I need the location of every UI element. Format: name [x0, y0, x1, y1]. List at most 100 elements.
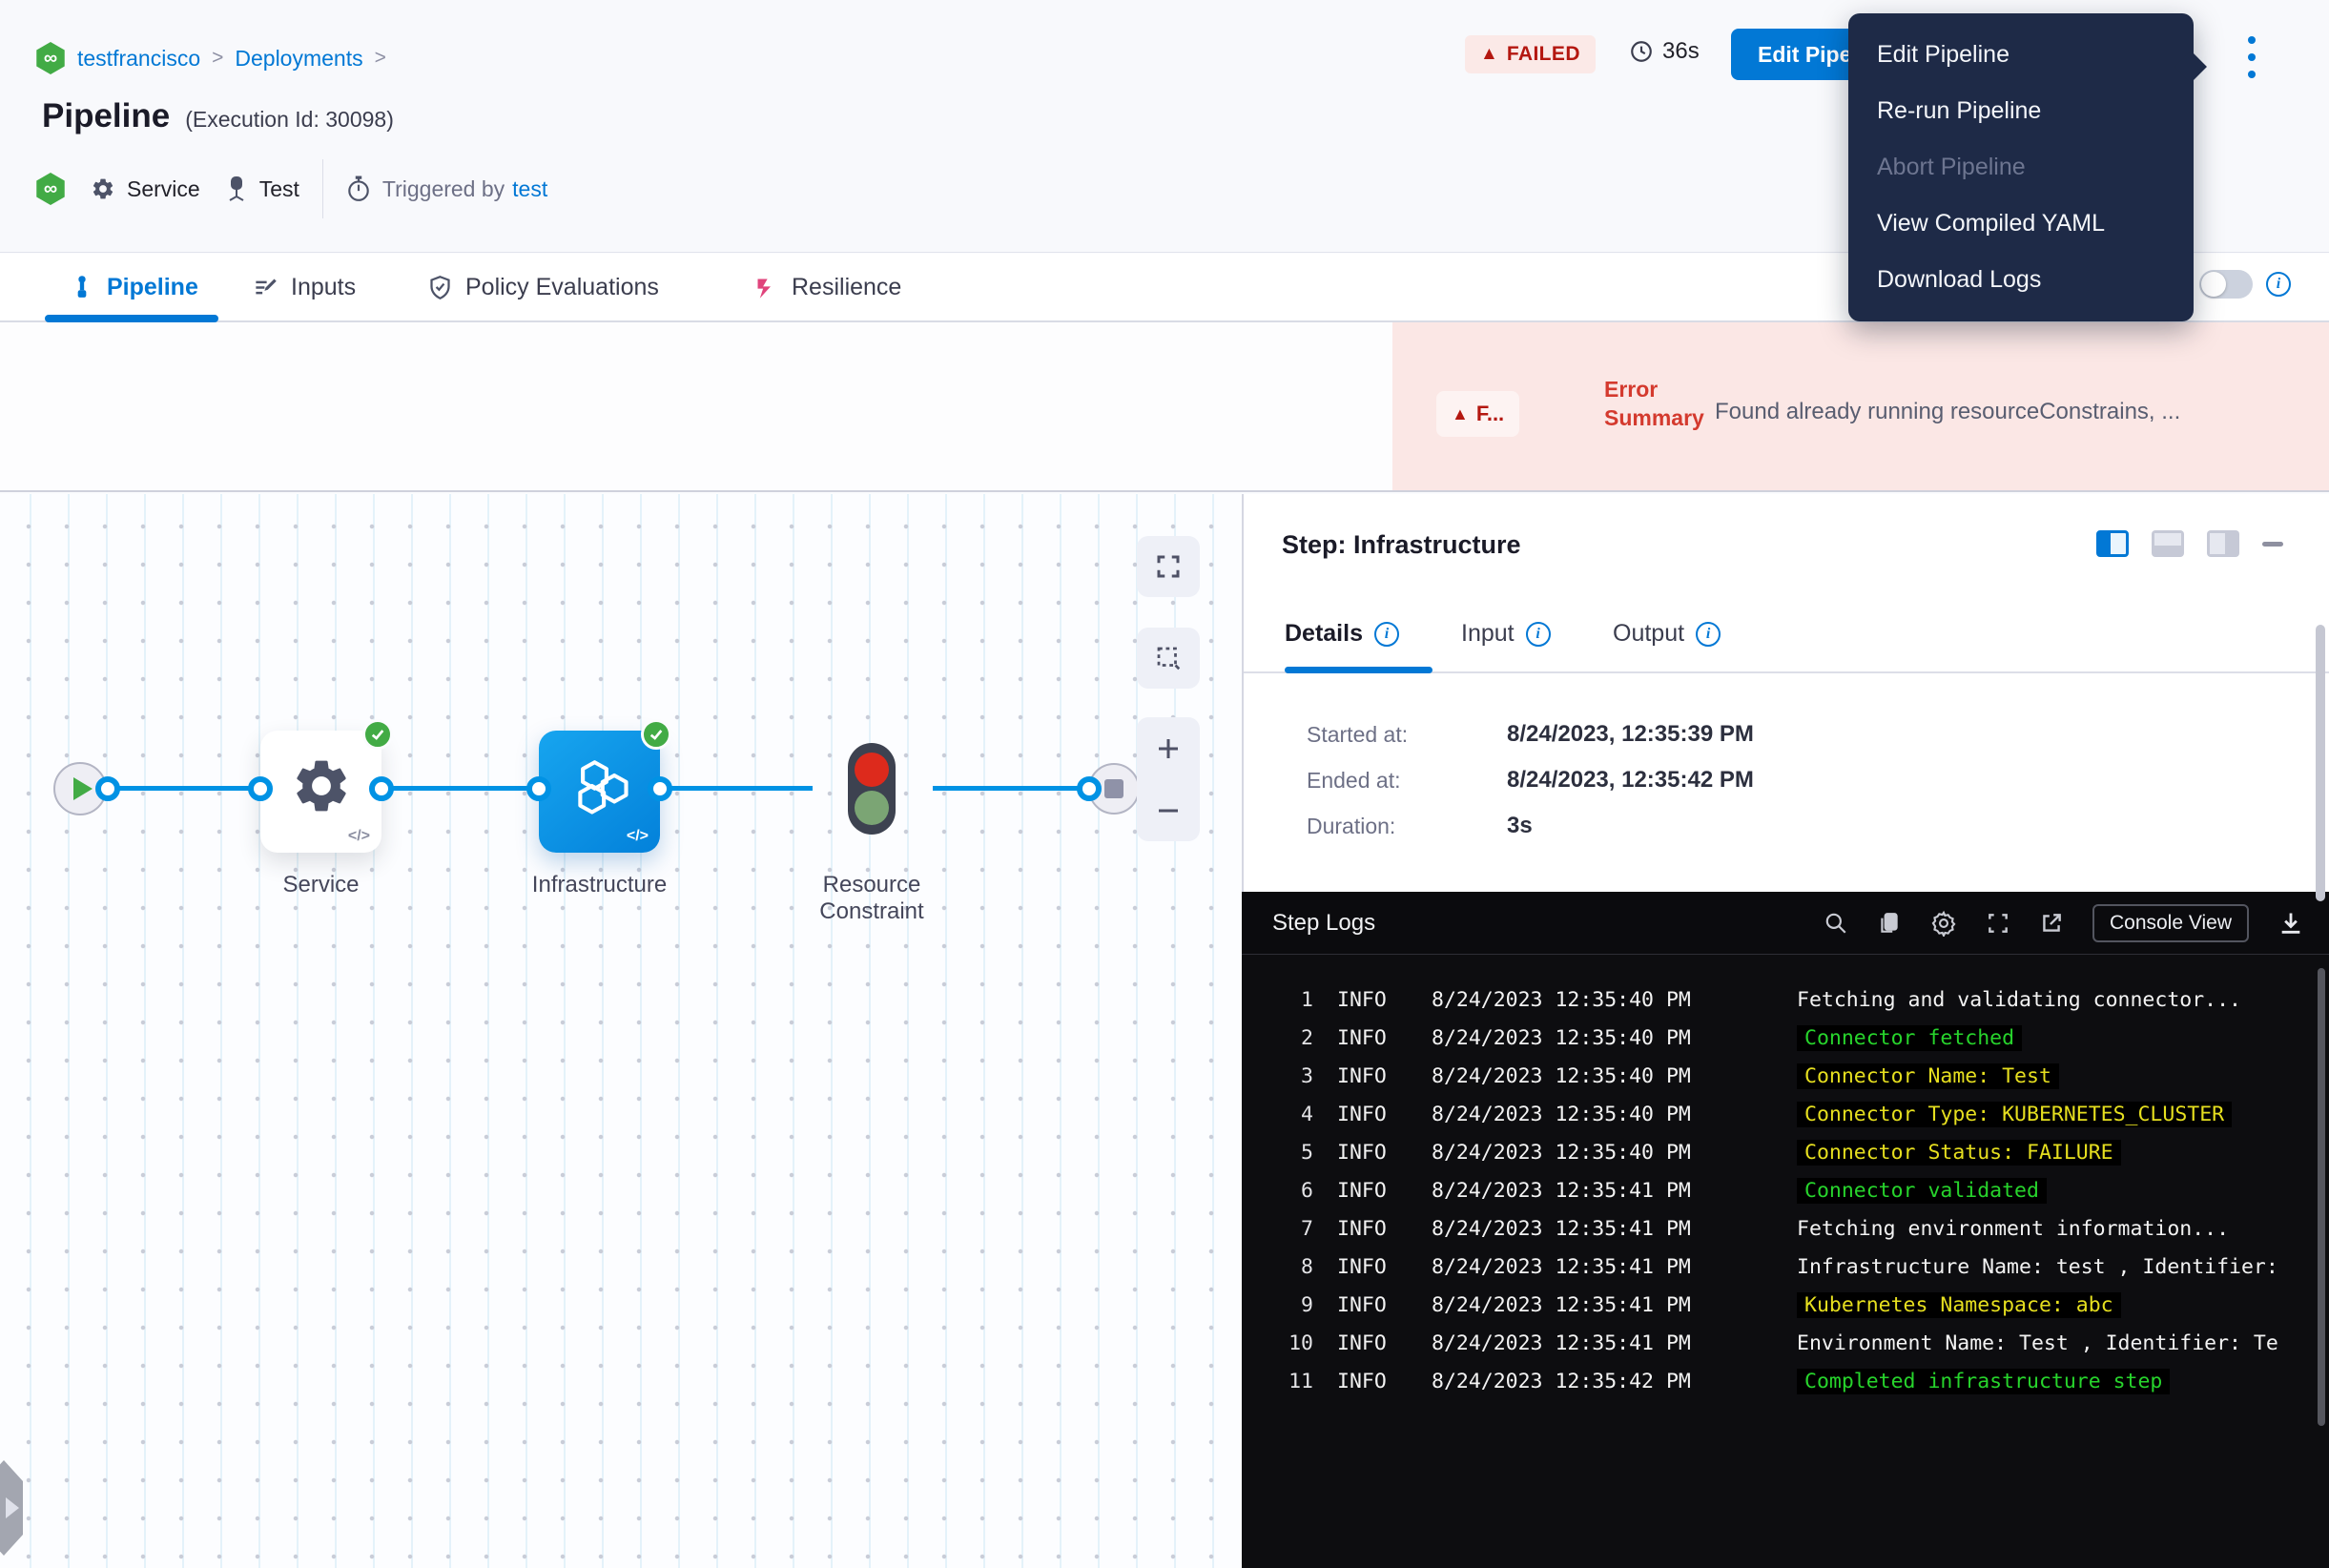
stopwatch-icon	[346, 175, 371, 202]
console-view-button[interactable]: Console View	[2092, 904, 2249, 942]
field-value: 8/24/2023, 12:35:39 PM	[1507, 721, 1754, 748]
detail-field-row: Duration:3s	[1307, 803, 1754, 849]
template-code-badge: </>	[627, 828, 649, 845]
edge-infra-to-constraint	[660, 786, 813, 791]
fullscreen-icon	[1986, 911, 2010, 936]
console-toolbar: Console View	[1824, 892, 2304, 955]
node-infrastructure[interactable]: </>	[539, 731, 660, 853]
tab-pipeline[interactable]: Pipeline	[70, 254, 198, 320]
layout-right-button[interactable]	[2207, 530, 2239, 557]
log-line: 9INFO8/24/2023 12:35:41 PMKubernetes Nam…	[1242, 1286, 2329, 1324]
minimize-panel-button[interactable]	[2262, 542, 2283, 547]
cd-module-icon: ∞	[35, 173, 66, 205]
edge-port	[95, 776, 120, 801]
detail-field-row: Ended at:8/24/2023, 12:35:42 PM	[1307, 757, 1754, 803]
log-settings-button[interactable]	[1930, 910, 1957, 937]
tab-output[interactable]: Outputi	[1613, 620, 1721, 648]
tab-policy-evaluations[interactable]: Policy Evaluations	[427, 254, 659, 320]
menu-item[interactable]: Re-run Pipeline	[1848, 83, 2194, 139]
execution-id: (Execution Id: 30098)	[185, 107, 394, 133]
gear-icon	[1930, 910, 1957, 937]
warning-triangle-icon: ▲	[1452, 404, 1469, 424]
step-panel-tabs: Detailsi Inputi Outputi	[1244, 609, 2329, 673]
menu-item[interactable]: View Compiled YAML	[1848, 196, 2194, 252]
info-icon[interactable]: i	[2266, 272, 2291, 297]
tab-resilience[interactable]: Resilience	[753, 254, 901, 320]
log-line: 8INFO8/24/2023 12:35:41 PMInfrastructure…	[1242, 1248, 2329, 1286]
pipeline-context-menu: Edit PipelineRe-run PipelineAbort Pipeli…	[1848, 13, 2194, 321]
download-icon	[2277, 910, 2304, 937]
field-value: 8/24/2023, 12:35:42 PM	[1507, 767, 1754, 794]
success-check-icon	[362, 719, 393, 750]
zoom-out-button[interactable]	[1137, 782, 1200, 839]
shield-check-icon	[427, 275, 453, 300]
clock-icon	[1629, 39, 1654, 64]
status-badge: ▲ FAILED	[1465, 35, 1596, 73]
fullscreen-icon	[1154, 552, 1183, 581]
log-line: 5INFO8/24/2023 12:35:40 PMConnector Stat…	[1242, 1133, 2329, 1171]
template-code-badge: </>	[348, 828, 370, 845]
copy-icon	[1877, 911, 1902, 936]
node-service[interactable]: </>	[260, 731, 381, 853]
console-scrollbar[interactable]	[2318, 968, 2325, 1426]
layout-bottom-button[interactable]	[2152, 530, 2184, 557]
red-light-icon	[855, 753, 889, 787]
field-label: Started at:	[1307, 722, 1507, 748]
triggered-by-user[interactable]: test	[512, 176, 547, 202]
download-logs-button[interactable]	[2277, 910, 2304, 937]
node-label: Infrastructure	[511, 872, 688, 898]
edge-port	[248, 776, 273, 801]
more-options-kebab[interactable]	[2245, 36, 2258, 78]
edge-port	[369, 776, 394, 801]
success-check-icon	[641, 719, 671, 750]
service-name[interactable]: Service	[127, 176, 200, 202]
environment-name[interactable]: Test	[259, 176, 299, 202]
search-icon	[1824, 911, 1848, 936]
field-label: Duration:	[1307, 814, 1507, 839]
layout-split-left-button[interactable]	[2096, 530, 2129, 557]
pipeline-icon	[70, 275, 94, 299]
canvas-fullscreen-button[interactable]	[1137, 536, 1200, 597]
info-icon[interactable]: i	[1374, 622, 1399, 647]
tab-input[interactable]: Inputi	[1461, 620, 1551, 648]
pipeline-canvas[interactable]: </> </> Service	[0, 494, 1242, 1568]
edge-start-to-service	[108, 786, 270, 791]
caret-right-icon	[6, 1497, 19, 1518]
edge-port	[1077, 776, 1102, 801]
info-icon[interactable]: i	[1526, 622, 1551, 647]
expand-panel-handle[interactable]	[0, 1460, 23, 1556]
stop-icon	[1104, 779, 1123, 798]
info-icon[interactable]: i	[1696, 622, 1721, 647]
copy-logs-button[interactable]	[1877, 911, 1902, 936]
page-scrollbar[interactable]	[2316, 625, 2325, 901]
canvas-select-button[interactable]	[1137, 628, 1200, 689]
search-logs-button[interactable]	[1824, 911, 1848, 936]
tab-inputs[interactable]: Inputs	[253, 254, 356, 320]
chevron-right-icon: >	[375, 47, 386, 70]
node-label: Service	[260, 872, 381, 898]
breadcrumb-deployments[interactable]: Deployments	[235, 46, 362, 72]
field-label: Ended at:	[1307, 768, 1507, 794]
expand-logs-button[interactable]	[1986, 911, 2010, 936]
node-label: Resource Constraint	[786, 872, 958, 925]
menu-item[interactable]: Edit Pipeline	[1848, 27, 2194, 83]
log-line: 6INFO8/24/2023 12:35:41 PMConnector vali…	[1242, 1171, 2329, 1209]
zoom-in-button[interactable]	[1137, 720, 1200, 777]
gear-icon	[260, 744, 381, 828]
edge-port	[648, 776, 672, 801]
pipeline-execution-screen: ∞ testfrancisco > Deployments > Pipeline…	[0, 0, 2329, 1568]
breadcrumb-org[interactable]: testfrancisco	[77, 46, 200, 72]
stage-summary-bar: deploy Started at: 8/24/2023, 12:35:11 P…	[0, 322, 2329, 492]
step-panel-title: Step: Infrastructure	[1282, 530, 1521, 560]
tab-details[interactable]: Detailsi	[1285, 620, 1399, 648]
view-toggle-switch[interactable]	[2199, 270, 2253, 299]
node-resource-constraint[interactable]	[848, 743, 896, 835]
log-line: 2INFO8/24/2023 12:35:40 PMConnector fetc…	[1242, 1019, 2329, 1057]
marquee-select-icon	[1154, 644, 1183, 672]
menu-item[interactable]: Download Logs	[1848, 252, 2194, 308]
open-in-new-button[interactable]	[2039, 911, 2064, 936]
plus-icon	[1154, 734, 1183, 763]
failed-mini-badge: ▲ F...	[1436, 391, 1519, 437]
field-value: 3s	[1507, 813, 1533, 839]
resilience-icon	[753, 275, 779, 300]
